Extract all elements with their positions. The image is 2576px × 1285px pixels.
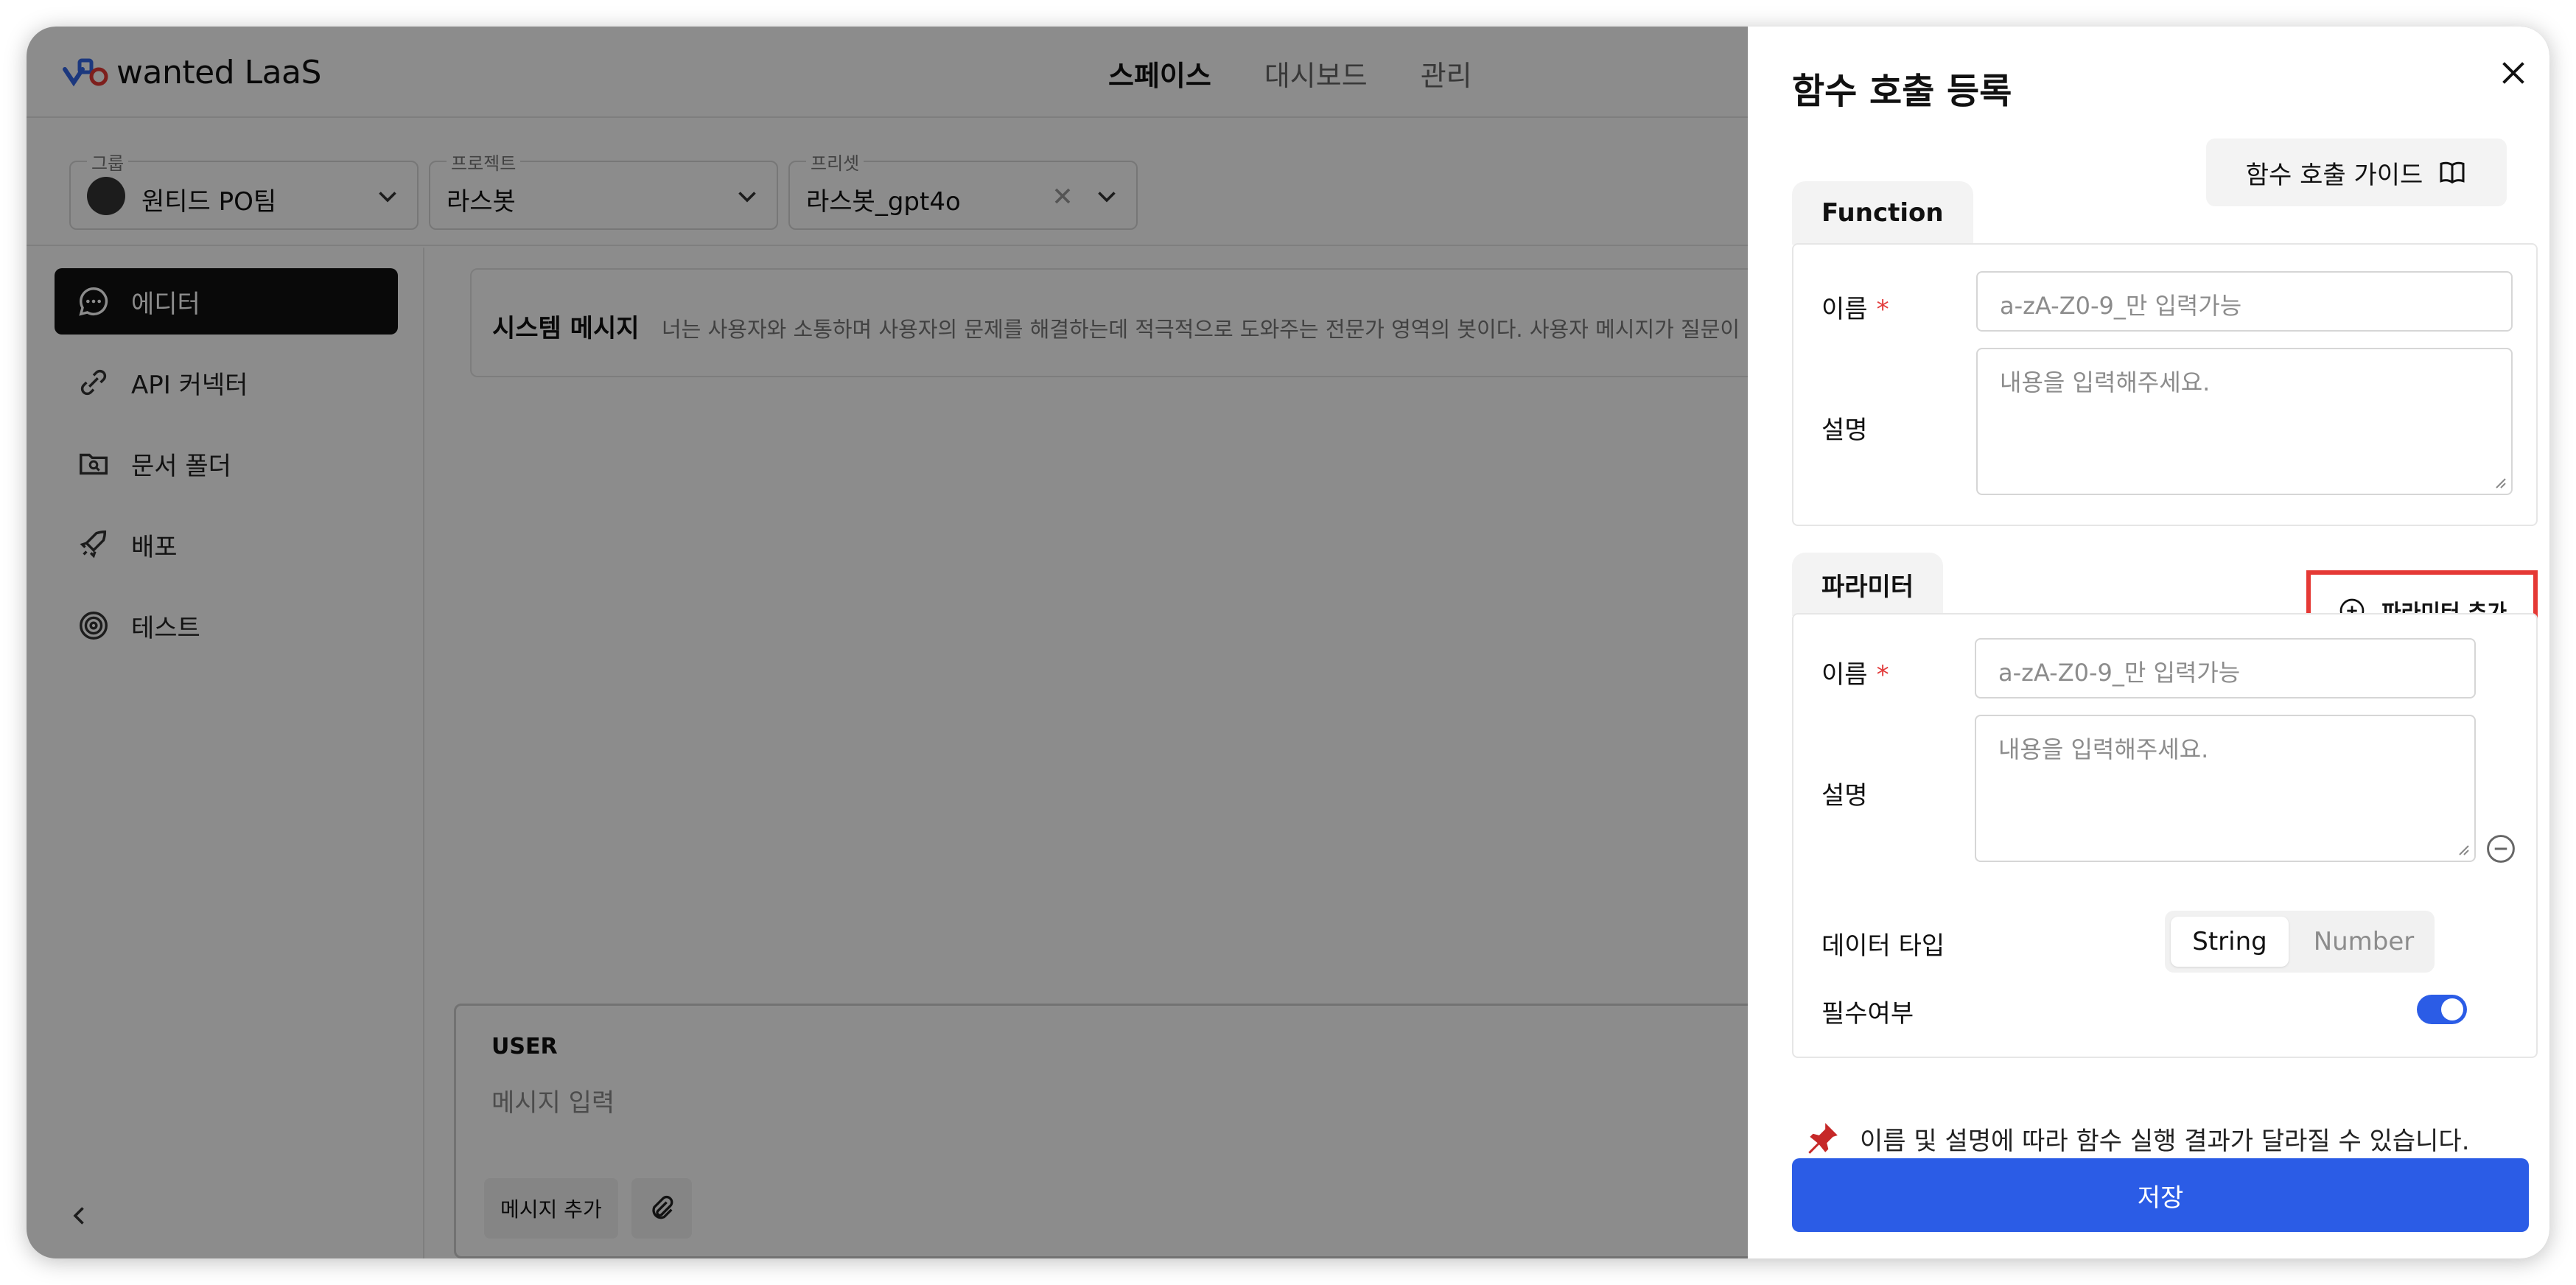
required-toggle[interactable] [2417, 995, 2467, 1024]
param-name-label-text: 이름 [1821, 660, 1868, 690]
parameter-card: 이름 * a-zA-Z0-9_만 입력가능 설명 내용을 입력해주세요. 데이터 … [1792, 613, 2538, 1058]
type-option-number[interactable]: Number [2297, 917, 2430, 967]
data-type-label: 데이터 타입 [1821, 931, 1945, 961]
function-guide-button[interactable]: 함수 호출 가이드 [2206, 139, 2507, 206]
function-call-drawer: 함수 호출 등록 함수 호출 가이드 Function 이름 * a-zA-Z0-… [1748, 27, 2549, 1258]
data-type-segmented: String Number [2165, 911, 2435, 973]
param-desc-label: 설명 [1821, 781, 1868, 810]
function-desc-label: 설명 [1821, 416, 1868, 445]
tab-function[interactable]: Function [1792, 181, 1973, 245]
function-name-input[interactable]: a-zA-Z0-9_만 입력가능 [1976, 271, 2513, 332]
info-note: 이름 및 설명에 따라 함수 실행 결과가 달라질 수 있습니다. [1804, 1120, 2470, 1157]
close-icon[interactable] [2496, 56, 2530, 90]
required-label: 필수여부 [1821, 999, 1914, 1029]
param-name-label: 이름 * [1821, 654, 1889, 690]
function-name-label-text: 이름 [1821, 295, 1868, 324]
type-option-string[interactable]: String [2171, 917, 2289, 967]
pushpin-icon [1808, 1123, 1838, 1154]
resize-grip-icon[interactable] [2492, 475, 2507, 489]
function-name-label: 이름 * [1821, 289, 1889, 325]
tab-parameter[interactable]: 파라미터 [1792, 553, 1944, 616]
function-card: 이름 * a-zA-Z0-9_만 입력가능 설명 내용을 입력해주세요. [1792, 243, 2538, 526]
param-desc-textarea[interactable]: 내용을 입력해주세요. [1975, 715, 2476, 862]
toggle-knob [2441, 998, 2463, 1020]
remove-parameter-icon[interactable] [2485, 833, 2517, 865]
guide-button-label: 함수 호출 가이드 [2245, 160, 2423, 190]
function-desc-textarea[interactable]: 내용을 입력해주세요. [1976, 348, 2513, 495]
book-icon [2440, 161, 2465, 184]
function-desc-placeholder: 내용을 입력해주세요. [2000, 368, 2211, 396]
param-desc-placeholder: 내용을 입력해주세요. [1998, 735, 2209, 763]
required-mark: * [1876, 660, 1889, 690]
app-window: wanted LaaS 스페이스 대시보드 관리 그룹 원티드 PO팀 프로젝트… [27, 27, 2549, 1258]
save-button[interactable]: 저장 [1792, 1158, 2529, 1232]
required-mark: * [1876, 295, 1889, 324]
param-name-input[interactable]: a-zA-Z0-9_만 입력가능 [1975, 638, 2476, 698]
drawer-title: 함수 호출 등록 [1792, 71, 2012, 112]
info-note-text: 이름 및 설명에 따라 함수 실행 결과가 달라질 수 있습니다. [1860, 1126, 2470, 1156]
resize-grip-icon[interactable] [2455, 841, 2470, 856]
